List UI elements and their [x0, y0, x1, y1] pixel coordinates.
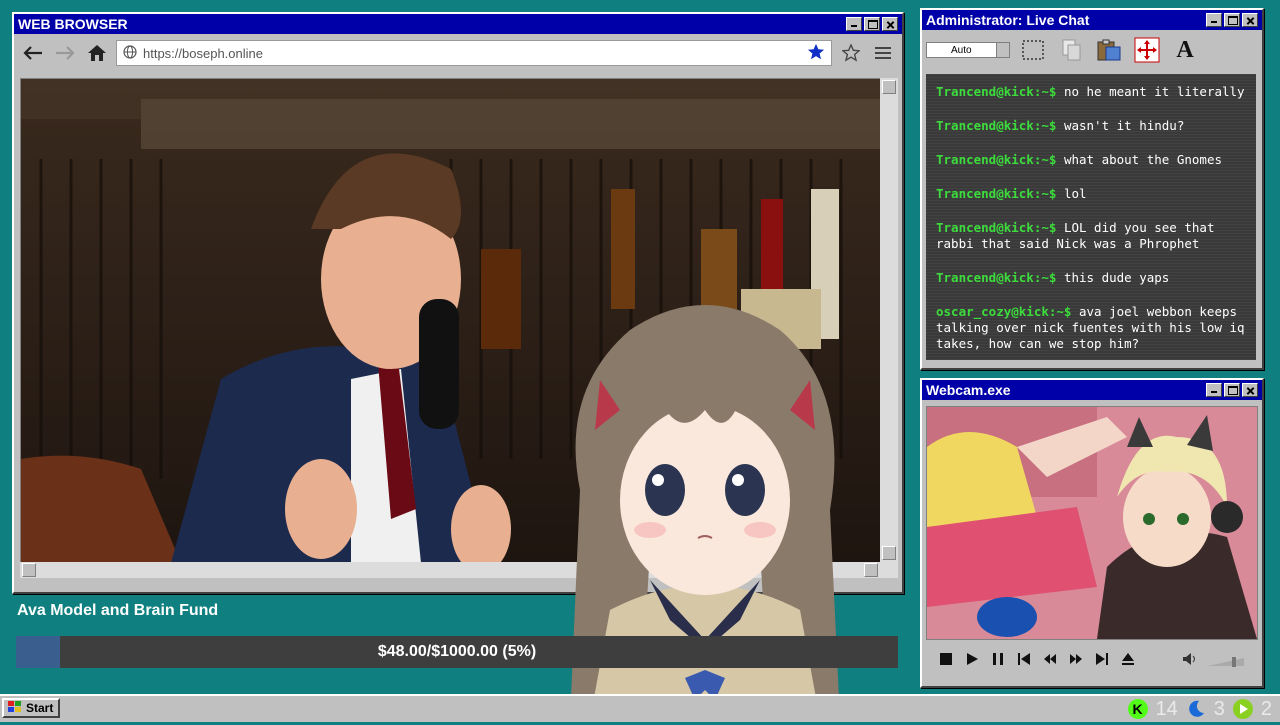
- live-chat-window: Administrator: Live Chat Auto A Trancend…: [920, 8, 1264, 370]
- scroll-left-arrow[interactable]: [22, 563, 36, 577]
- browser-titlebar[interactable]: WEB BROWSER: [14, 14, 902, 34]
- moon-count: 3: [1213, 697, 1225, 720]
- chat-message: Trancend@kick:~$ lol: [936, 186, 1246, 202]
- browser-navbar: https://boseph.online: [14, 34, 902, 72]
- webcam-title: Webcam.exe: [926, 382, 1011, 398]
- moon-icon[interactable]: [1186, 699, 1206, 719]
- kick-count: 14: [1155, 697, 1178, 720]
- chat-toolbar: Auto A: [922, 30, 1262, 70]
- fund-progress-text: $48.00/$1000.00 (5%): [377, 643, 537, 660]
- chat-username: Trancend@kick:~$: [936, 152, 1057, 167]
- play-circle-icon[interactable]: [1232, 699, 1253, 719]
- play-icon[interactable]: [962, 649, 982, 669]
- chat-username: oscar_cozy@kick:~$: [936, 304, 1072, 319]
- webcam-titlebar[interactable]: Webcam.exe: [922, 380, 1262, 400]
- chat-username: Trancend@kick:~$: [936, 186, 1057, 201]
- close-button[interactable]: [1242, 13, 1258, 27]
- chat-message: Trancend@kick:~$ no he meant it literall…: [936, 84, 1246, 100]
- play-count: 2: [1260, 697, 1272, 720]
- vertical-scrollbar[interactable]: [880, 78, 898, 562]
- minimize-button[interactable]: [1206, 13, 1222, 27]
- url-text[interactable]: https://boseph.online: [143, 46, 801, 61]
- maximize-button[interactable]: [1224, 383, 1240, 397]
- minimize-button[interactable]: [1206, 383, 1222, 397]
- skip-forward-icon[interactable]: [1092, 649, 1112, 669]
- maximize-button[interactable]: [1224, 13, 1240, 27]
- browser-title: WEB BROWSER: [18, 16, 128, 32]
- marquee-select-icon[interactable]: [1018, 35, 1048, 65]
- maximize-button[interactable]: [864, 17, 880, 31]
- paste-icon[interactable]: [1094, 35, 1124, 65]
- auto-select-value: Auto: [951, 44, 972, 56]
- start-button[interactable]: Start: [2, 698, 60, 718]
- chat-message: Trancend@kick:~$ LOL did you see that ra…: [936, 220, 1246, 252]
- chat-username: Trancend@kick:~$: [936, 270, 1057, 285]
- chat-text: this dude yaps: [1063, 270, 1170, 285]
- address-bar[interactable]: https://boseph.online: [116, 40, 832, 66]
- chat-message: Trancend@kick:~$ this dude yaps: [936, 270, 1246, 286]
- copy-icon[interactable]: [1056, 35, 1086, 65]
- hamburger-menu-icon[interactable]: [870, 40, 896, 66]
- webcam-window: Webcam.exe: [920, 378, 1264, 688]
- font-icon[interactable]: A: [1170, 35, 1200, 65]
- chat-text: what about the Gnomes: [1063, 152, 1222, 167]
- chat-message: oscar_cozy@kick:~$ ava joel webbon keeps…: [936, 304, 1246, 352]
- chat-username: Trancend@kick:~$: [936, 84, 1057, 99]
- close-button[interactable]: [882, 17, 898, 31]
- chevron-down-icon[interactable]: [996, 43, 1009, 57]
- system-tray: K 14 3 2: [1127, 696, 1272, 722]
- chat-message: Trancend@kick:~$ wasn't it hindu?: [936, 118, 1246, 134]
- kick-icon[interactable]: K: [1127, 699, 1148, 719]
- star-outline-icon[interactable]: [838, 40, 864, 66]
- rewind-icon[interactable]: [1040, 649, 1060, 669]
- start-label: Start: [26, 701, 54, 715]
- fund-progress-bar: $48.00/$1000.00 (5%): [16, 636, 898, 668]
- minimize-button[interactable]: [846, 17, 862, 31]
- skip-back-icon[interactable]: [1014, 649, 1034, 669]
- volume-slider[interactable]: [1206, 654, 1246, 667]
- chat-message: Trancend@kick:~$ what about the Gnomes: [936, 152, 1246, 168]
- stop-icon[interactable]: [936, 649, 956, 669]
- chat-username: Trancend@kick:~$: [936, 220, 1057, 235]
- webcam-view: [926, 406, 1258, 640]
- move-icon[interactable]: [1132, 35, 1162, 65]
- chat-username: Trancend@kick:~$: [936, 118, 1057, 133]
- home-icon[interactable]: [84, 40, 110, 66]
- chat-title: Administrator: Live Chat: [926, 12, 1090, 28]
- star-filled-icon[interactable]: [807, 43, 825, 64]
- chat-titlebar[interactable]: Administrator: Live Chat: [922, 10, 1262, 30]
- chat-log[interactable]: Trancend@kick:~$ no he meant it literall…: [926, 74, 1256, 360]
- auto-select[interactable]: Auto: [926, 42, 1010, 58]
- media-controls: [926, 642, 1256, 676]
- back-arrow-icon[interactable]: [20, 40, 46, 66]
- eject-icon[interactable]: [1118, 649, 1138, 669]
- windows-logo-icon: [7, 700, 23, 717]
- volume-icon[interactable]: [1180, 649, 1200, 669]
- close-button[interactable]: [1242, 383, 1258, 397]
- chat-text: no he meant it literally: [1063, 84, 1245, 99]
- fund-title: Ava Model and Brain Fund: [17, 602, 219, 619]
- scroll-down-arrow[interactable]: [882, 546, 896, 560]
- scroll-up-arrow[interactable]: [882, 80, 896, 94]
- chat-text: wasn't it hindu?: [1063, 118, 1185, 133]
- fast-forward-icon[interactable]: [1066, 649, 1086, 669]
- taskbar: Start K 14 3 2: [0, 694, 1280, 722]
- pause-icon[interactable]: [988, 649, 1008, 669]
- globe-icon: [123, 44, 137, 62]
- forward-arrow-icon[interactable]: [52, 40, 78, 66]
- chat-text: lol: [1063, 186, 1087, 201]
